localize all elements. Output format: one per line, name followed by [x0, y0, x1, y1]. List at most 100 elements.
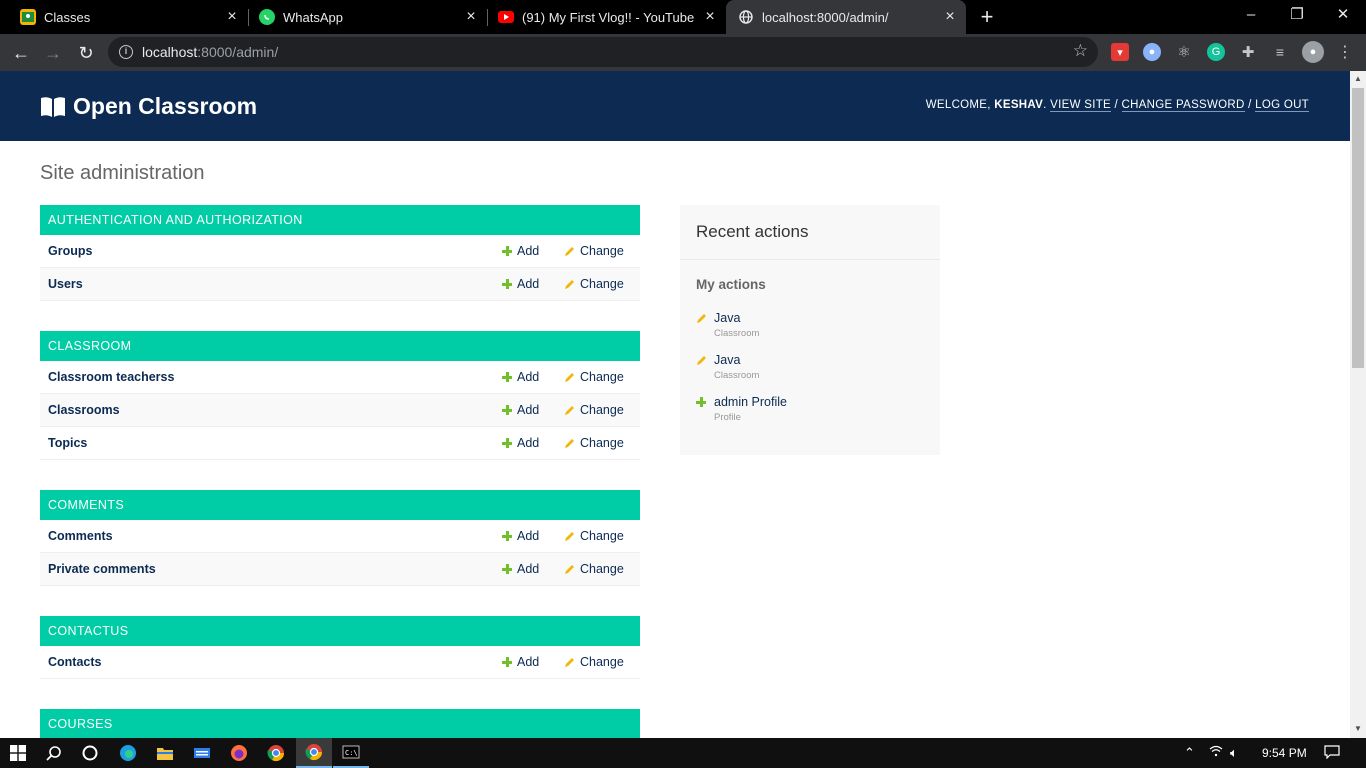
- media-queue-icon[interactable]: ≡: [1271, 43, 1289, 61]
- tab-classes[interactable]: Classes ×: [0, 0, 248, 34]
- cortana-icon[interactable]: [72, 738, 108, 768]
- recent-actions-panel: Recent actions My actions Java Classroom…: [680, 205, 940, 455]
- edge-icon[interactable]: [110, 738, 146, 768]
- react-devtools-icon[interactable]: ⚛: [1175, 43, 1193, 61]
- browser-menu-icon[interactable]: ⋮: [1336, 43, 1354, 61]
- model-row: Comments Add Change: [40, 520, 640, 553]
- chrome-active-icon[interactable]: [296, 738, 332, 768]
- search-icon[interactable]: [36, 738, 72, 768]
- add-link[interactable]: Add: [502, 529, 539, 543]
- module-caption[interactable]: CONTACTUS: [40, 616, 640, 646]
- model-link[interactable]: Topics: [48, 436, 87, 450]
- close-tab-icon[interactable]: ×: [702, 9, 718, 25]
- extensions-puzzle-icon[interactable]: ✚: [1239, 43, 1257, 61]
- close-tab-icon[interactable]: ×: [942, 9, 958, 25]
- module-caption[interactable]: AUTHENTICATION AND AUTHORIZATION: [40, 205, 640, 235]
- model-row: Private comments Add Change: [40, 553, 640, 586]
- tab-title: localhost:8000/admin/: [762, 9, 889, 25]
- change-link[interactable]: Change: [564, 436, 624, 450]
- address-bar[interactable]: i localhost:8000/admin/ ☆: [108, 37, 1098, 67]
- model-link[interactable]: Groups: [48, 244, 92, 258]
- page-scrollbar[interactable]: ▲ ▼: [1350, 71, 1366, 738]
- minimize-icon[interactable]: –: [1228, 0, 1274, 34]
- change-link[interactable]: Change: [564, 529, 624, 543]
- module-caption[interactable]: COURSES: [40, 709, 640, 739]
- back-icon[interactable]: ←: [8, 40, 34, 66]
- add-link[interactable]: Add: [502, 436, 539, 450]
- windows-start-icon[interactable]: [0, 738, 36, 768]
- volume-icon[interactable]: 🔈︎: [1230, 745, 1238, 761]
- youtube-icon: [498, 11, 514, 23]
- view-site-link[interactable]: VIEW SITE: [1050, 99, 1111, 112]
- recent-actions-title: Recent actions: [696, 222, 809, 241]
- module-caption[interactable]: COMMENTS: [40, 490, 640, 520]
- change-link[interactable]: Change: [564, 370, 624, 384]
- site-brand[interactable]: Open Classroom: [40, 93, 257, 120]
- extension-circle-icon[interactable]: ●: [1143, 43, 1161, 61]
- add-icon: [696, 397, 706, 407]
- add-link[interactable]: Add: [502, 655, 539, 669]
- firefox-icon[interactable]: [221, 738, 257, 768]
- tab-youtube[interactable]: (91) My First Vlog!! - YouTube ×: [478, 0, 726, 34]
- change-link[interactable]: Change: [564, 403, 624, 417]
- add-link[interactable]: Add: [502, 403, 539, 417]
- keyboard-app-icon[interactable]: [184, 738, 220, 768]
- username: KESHAV: [994, 99, 1044, 111]
- add-link[interactable]: Add: [502, 244, 539, 258]
- profile-avatar-icon[interactable]: ●: [1302, 41, 1324, 63]
- model-row: Users Add Change: [40, 268, 640, 301]
- scroll-up-icon[interactable]: ▲: [1354, 74, 1362, 83]
- reload-icon[interactable]: ↻: [73, 40, 99, 66]
- restore-icon[interactable]: ❐: [1274, 0, 1320, 34]
- window-close-icon[interactable]: ✕: [1320, 0, 1366, 34]
- add-icon: [502, 657, 512, 667]
- file-explorer-icon[interactable]: [147, 738, 183, 768]
- close-tab-icon[interactable]: ×: [463, 9, 479, 25]
- change-link[interactable]: Change: [564, 562, 624, 576]
- url-text[interactable]: localhost:8000/admin/: [142, 44, 278, 60]
- show-hidden-icons-icon[interactable]: ⌃: [1184, 745, 1195, 761]
- taskbar-clock[interactable]: 9:54 PM: [1262, 746, 1307, 760]
- forward-icon[interactable]: →: [40, 40, 66, 66]
- change-link[interactable]: Change: [564, 244, 624, 258]
- grammarly-icon[interactable]: G: [1207, 43, 1225, 61]
- add-icon: [502, 438, 512, 448]
- model-link[interactable]: Users: [48, 277, 83, 291]
- change-password-link[interactable]: CHANGE PASSWORD: [1121, 99, 1245, 112]
- scrollbar-thumb[interactable]: [1352, 88, 1364, 368]
- model-link[interactable]: Classrooms: [48, 403, 120, 417]
- change-link[interactable]: Change: [564, 655, 624, 669]
- pocket-extension-icon[interactable]: ▾: [1111, 43, 1129, 61]
- model-link[interactable]: Classroom teacherss: [48, 370, 174, 384]
- recent-action-link[interactable]: Java: [714, 311, 740, 325]
- wifi-icon[interactable]: [1209, 745, 1223, 760]
- notifications-icon[interactable]: [1324, 745, 1340, 762]
- model-row: Classrooms Add Change: [40, 394, 640, 427]
- add-link[interactable]: Add: [502, 562, 539, 576]
- close-tab-icon[interactable]: ×: [224, 9, 240, 25]
- tab-admin[interactable]: localhost:8000/admin/ ×: [726, 0, 966, 34]
- pencil-icon: [697, 314, 706, 323]
- bookmark-star-icon[interactable]: ☆: [1073, 41, 1088, 61]
- scroll-down-icon[interactable]: ▼: [1354, 724, 1362, 733]
- add-link[interactable]: Add: [502, 370, 539, 384]
- add-icon: [502, 405, 512, 415]
- info-icon[interactable]: i: [119, 45, 133, 59]
- model-row: Contacts Add Change: [40, 646, 640, 679]
- module-caption[interactable]: CLASSROOM: [40, 331, 640, 361]
- pencil-icon: [565, 372, 574, 382]
- url-path: :8000/admin/: [197, 44, 279, 60]
- recent-action-link[interactable]: Java: [714, 353, 740, 367]
- model-link[interactable]: Contacts: [48, 655, 101, 669]
- tab-whatsapp[interactable]: WhatsApp ×: [239, 0, 487, 34]
- recent-action-link[interactable]: admin Profile: [714, 395, 787, 409]
- command-prompt-icon[interactable]: C:\: [333, 738, 369, 768]
- add-link[interactable]: Add: [502, 277, 539, 291]
- model-link[interactable]: Private comments: [48, 562, 156, 576]
- browser-tab-bar: Classes × WhatsApp × (91) My First Vlog!…: [0, 0, 1366, 34]
- change-link[interactable]: Change: [564, 277, 624, 291]
- log-out-link[interactable]: LOG OUT: [1255, 99, 1309, 112]
- model-link[interactable]: Comments: [48, 529, 113, 543]
- chrome-icon[interactable]: [258, 738, 294, 768]
- new-tab-icon[interactable]: +: [976, 5, 998, 29]
